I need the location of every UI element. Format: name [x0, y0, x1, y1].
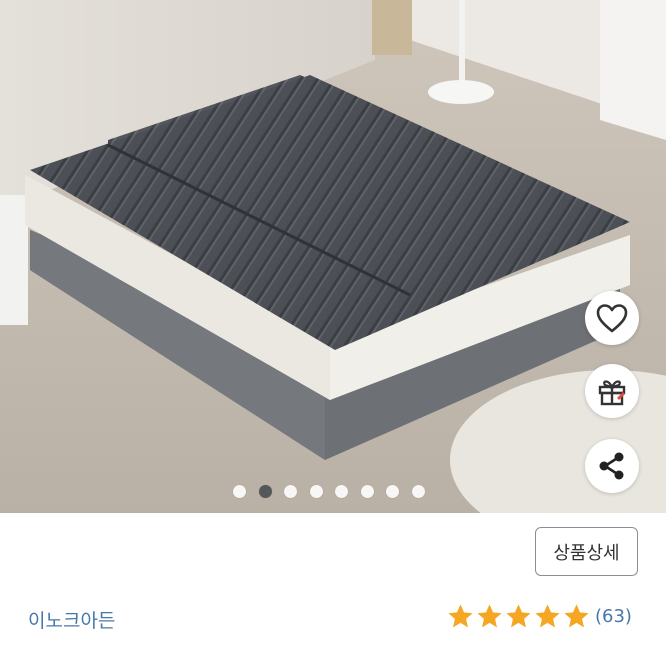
pager-dot[interactable] — [411, 485, 425, 498]
star-icon — [477, 604, 502, 628]
share-button[interactable] — [585, 439, 639, 493]
rating[interactable]: (63) — [446, 602, 632, 631]
star-icon — [448, 604, 473, 628]
pager-dot[interactable] — [233, 485, 246, 498]
product-image[interactable] — [0, 0, 666, 513]
star-icon — [506, 604, 531, 628]
review-count[interactable]: (63) — [595, 606, 632, 627]
pager-dot[interactable] — [335, 485, 348, 498]
gift-button[interactable] — [585, 364, 639, 418]
wishlist-button[interactable] — [585, 291, 639, 345]
pager-dot[interactable] — [386, 485, 399, 498]
brand-link[interactable]: 이노크아든 — [28, 606, 115, 633]
pager-dot[interactable] — [309, 485, 323, 498]
gift-icon — [598, 380, 626, 406]
bed-photo — [0, 0, 666, 513]
star-icon — [535, 604, 560, 628]
pager-dot[interactable] — [284, 485, 297, 498]
share-icon — [599, 452, 624, 480]
image-pager[interactable] — [233, 485, 425, 498]
pager-dot[interactable] — [360, 485, 374, 498]
star-icon — [564, 604, 589, 628]
heart-icon — [596, 304, 628, 333]
pager-dot-active[interactable] — [258, 485, 272, 498]
product-detail-button[interactable]: 상품상세 — [535, 527, 638, 576]
